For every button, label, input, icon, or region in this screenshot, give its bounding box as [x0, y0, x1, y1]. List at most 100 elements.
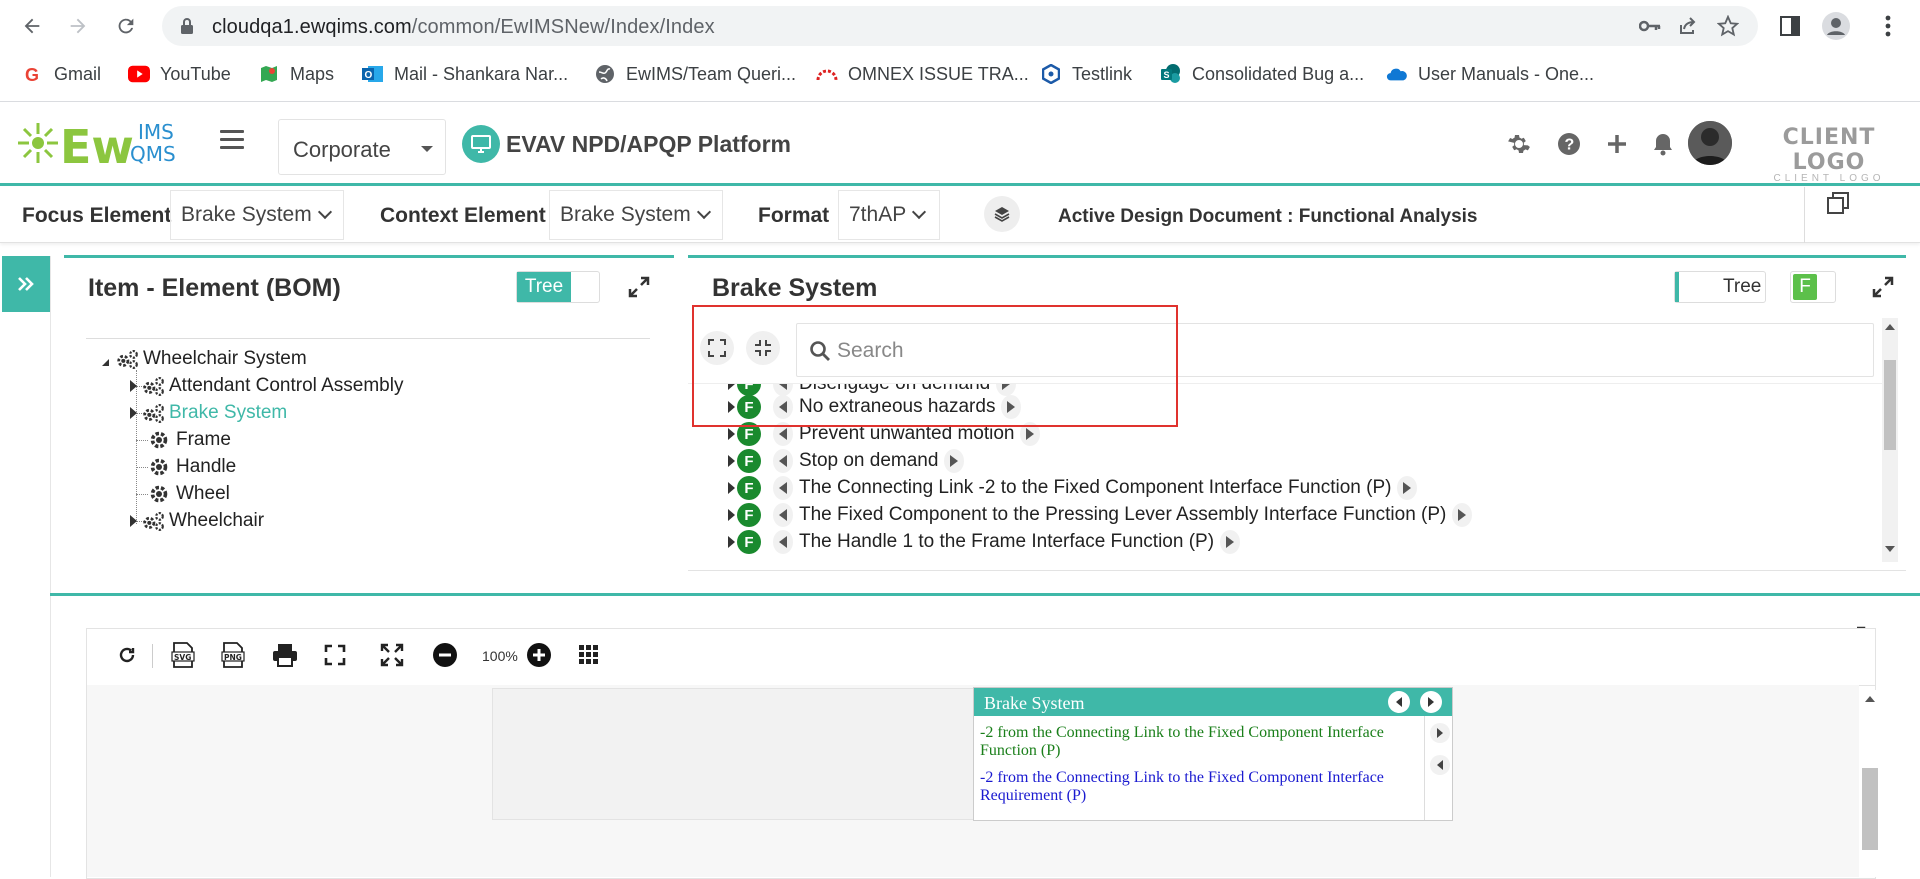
- scroll-up-icon[interactable]: [1865, 696, 1875, 702]
- arrow-left-icon[interactable]: [773, 449, 793, 473]
- function-badge: F: [737, 476, 761, 500]
- expand-triangle-icon[interactable]: [728, 482, 735, 494]
- bookmark-omnex-issue[interactable]: OMNEX ISSUE TRA...: [816, 62, 1029, 86]
- svg-text:PNG: PNG: [224, 653, 242, 662]
- back-icon[interactable]: [18, 12, 46, 40]
- function-filter-toggle[interactable]: F: [1790, 271, 1836, 303]
- tree-node[interactable]: Wheel: [148, 481, 230, 507]
- scroll-down-icon[interactable]: [1885, 546, 1895, 552]
- expand-triangle-icon[interactable]: [130, 380, 137, 392]
- function-list-scrollbar[interactable]: [1882, 318, 1898, 562]
- ewims-logo[interactable]: Ew IMS QMS: [16, 113, 196, 174]
- bookmark-maps[interactable]: Maps: [258, 62, 334, 86]
- expand-triangle-icon[interactable]: [130, 407, 137, 419]
- hamburger-menu-icon[interactable]: [220, 130, 244, 150]
- lock-icon: [180, 17, 194, 40]
- collapse-triangle-icon[interactable]: [102, 358, 109, 366]
- bookmark-youtube[interactable]: YouTube: [128, 62, 231, 86]
- scrollbar-thumb[interactable]: [1862, 768, 1878, 850]
- panel-separator: [50, 593, 1920, 596]
- expand-triangle-icon[interactable]: [728, 536, 735, 548]
- layers-icon[interactable]: [984, 196, 1020, 232]
- fit-to-screen-icon[interactable]: [320, 640, 350, 670]
- arrow-left-icon[interactable]: [773, 503, 793, 527]
- key-icon[interactable]: [1636, 12, 1664, 40]
- function-row[interactable]: F The Fixed Component to the Pressing Le…: [728, 502, 1478, 528]
- restore-window-icon[interactable]: [1826, 191, 1850, 215]
- tree-node[interactable]: Attendant Control Assembly: [130, 373, 403, 399]
- sidepanel-icon[interactable]: [1776, 12, 1804, 40]
- expand-icon[interactable]: [1872, 276, 1894, 298]
- png-export-icon[interactable]: PNG: [218, 640, 248, 670]
- node-left-arrow-icon[interactable]: [1388, 691, 1410, 713]
- arrow-left-icon[interactable]: [773, 476, 793, 500]
- function-row[interactable]: F The Handle 1 to the Frame Interface Fu…: [728, 529, 1246, 555]
- format-select[interactable]: 7thAP: [838, 190, 940, 240]
- menu-dots-icon[interactable]: [1874, 12, 1902, 40]
- bom-tree-toggle[interactable]: Tree: [516, 271, 600, 303]
- sharepoint-icon: S: [1160, 63, 1182, 85]
- bell-icon[interactable]: [1646, 127, 1680, 161]
- function-row[interactable]: F The Connecting Link -2 to the Fixed Co…: [728, 475, 1423, 501]
- arrow-left-icon[interactable]: [773, 530, 793, 554]
- star-icon[interactable]: [1714, 12, 1742, 40]
- print-icon[interactable]: [270, 640, 300, 670]
- bookmark-user-manuals[interactable]: User Manuals - One...: [1386, 62, 1594, 86]
- fullscreen-icon[interactable]: [377, 640, 407, 670]
- grid-icon[interactable]: [574, 640, 604, 670]
- function-row[interactable]: F Stop on demand: [728, 448, 970, 474]
- settings-gear-icon[interactable]: [1502, 127, 1536, 161]
- user-avatar[interactable]: [1688, 121, 1732, 165]
- tree-node[interactable]: Frame: [148, 427, 231, 453]
- svg-text:O: O: [365, 70, 373, 81]
- assembly-gear-icon: [141, 375, 165, 397]
- tree-node[interactable]: Wheelchair System: [102, 346, 307, 372]
- bookmark-mail[interactable]: O Mail - Shankara Nar...: [362, 62, 568, 86]
- arrow-right-icon[interactable]: [1452, 503, 1473, 527]
- profile-icon[interactable]: [1822, 12, 1850, 40]
- add-icon[interactable]: [1600, 127, 1634, 161]
- format-label: Format: [758, 204, 830, 227]
- node-side-right-arrow-icon[interactable]: [1430, 723, 1450, 743]
- share-icon[interactable]: [1674, 12, 1702, 40]
- arrow-right-icon[interactable]: [1397, 476, 1418, 500]
- expand-sidebar-button[interactable]: [2, 256, 50, 312]
- bookmark-gmail[interactable]: G Gmail: [22, 62, 101, 86]
- diagram-scrollbar[interactable]: [1862, 690, 1878, 877]
- arrow-right-icon[interactable]: [944, 449, 965, 473]
- node-right-arrow-icon[interactable]: [1420, 691, 1442, 713]
- bookmark-team-queries[interactable]: EwIMS/Team Queri...: [594, 62, 796, 86]
- scroll-up-icon[interactable]: [1885, 324, 1895, 330]
- help-icon[interactable]: ?: [1552, 127, 1586, 161]
- node-side-left-arrow-icon[interactable]: [1430, 755, 1450, 775]
- function-tree-toggle[interactable]: Tree: [1674, 271, 1766, 303]
- diagram-node[interactable]: Brake System -2 from the Connecting Link…: [973, 687, 1453, 821]
- bookmark-consolidated-bug[interactable]: S Consolidated Bug a...: [1160, 62, 1364, 86]
- tree-node[interactable]: Wheelchair: [130, 508, 264, 534]
- diagram-toolbar: [86, 628, 1876, 686]
- reload-icon[interactable]: [112, 12, 140, 40]
- expand-triangle-icon[interactable]: [130, 515, 137, 527]
- header-accent-line: [0, 183, 1920, 186]
- function-badge: F: [737, 449, 761, 473]
- zoom-out-icon[interactable]: [430, 640, 460, 670]
- bookmark-testlink[interactable]: Testlink: [1040, 62, 1132, 86]
- forward-icon[interactable]: [64, 12, 92, 40]
- scrollbar-thumb[interactable]: [1884, 360, 1896, 450]
- context-element-select[interactable]: Brake System: [549, 190, 723, 240]
- expand-triangle-icon[interactable]: [728, 509, 735, 521]
- organization-select[interactable]: Corporate: [278, 119, 446, 175]
- part-gear-icon: [148, 429, 172, 451]
- arrow-right-icon[interactable]: [1220, 530, 1241, 554]
- expand-triangle-icon[interactable]: [728, 455, 735, 467]
- expand-icon[interactable]: [628, 276, 650, 298]
- focus-element-select[interactable]: Brake System: [170, 190, 344, 240]
- maps-icon: [258, 63, 280, 85]
- tree-node[interactable]: Handle: [148, 454, 236, 480]
- address-bar[interactable]: cloudqa1.ewqims.com/common/EwIMSNew/Inde…: [162, 6, 1758, 46]
- zoom-in-icon[interactable]: [524, 640, 554, 670]
- svg-export-icon[interactable]: SVG: [168, 640, 198, 670]
- refresh-icon[interactable]: [112, 640, 142, 670]
- expand-triangle-icon[interactable]: [728, 428, 735, 440]
- tree-node-selected[interactable]: Brake System: [130, 400, 287, 426]
